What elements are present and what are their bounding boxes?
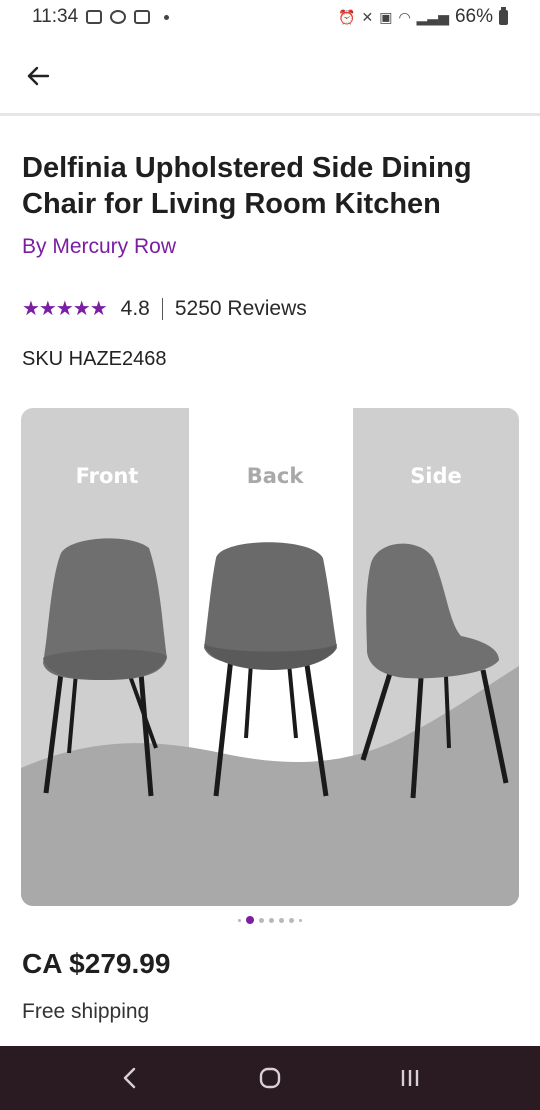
chair-photo: Front Back Side xyxy=(21,408,519,906)
arrow-left-icon xyxy=(27,66,50,86)
carousel-dot[interactable] xyxy=(279,917,284,923)
nav-recents-button[interactable] xyxy=(380,1053,440,1103)
carousel-dot[interactable] xyxy=(238,918,241,922)
signal-icon: ▂▃▅ xyxy=(416,8,449,25)
nav-home-button[interactable] xyxy=(240,1053,300,1103)
sku-label: SKU HAZE2468 xyxy=(22,348,167,370)
rating-row[interactable]: ★★★★★ 4.8 5250 Reviews xyxy=(22,296,307,321)
chevron-left-icon xyxy=(123,1067,136,1089)
alarm-icon: ⏰ xyxy=(338,8,356,25)
product-image[interactable]: Front Back Side xyxy=(21,408,519,906)
rating-value: 4.8 xyxy=(120,296,150,320)
carousel-dot[interactable] xyxy=(299,918,302,922)
carousel-indicator[interactable] xyxy=(0,914,540,926)
shipping-info: Free shipping xyxy=(22,1000,150,1023)
reviews-count[interactable]: 5250 Reviews xyxy=(175,297,307,321)
rating-divider xyxy=(161,297,163,320)
whatsapp-icon xyxy=(110,10,127,24)
image-label-back: Back xyxy=(247,464,305,488)
status-left: 11:34 xyxy=(32,6,170,28)
carousel-dot[interactable] xyxy=(259,917,264,923)
carousel-dot[interactable] xyxy=(289,917,294,923)
notification-icon xyxy=(134,10,151,24)
battery-icon xyxy=(499,6,508,25)
top-app-bar xyxy=(0,34,540,116)
image-label-side: Side xyxy=(410,464,462,488)
carousel-dot-active[interactable] xyxy=(246,916,254,924)
more-notifications-icon xyxy=(164,14,170,20)
product-price: CA $279.99 xyxy=(22,948,171,979)
status-time: 11:34 xyxy=(32,6,79,27)
brand-link[interactable]: By Mercury Row xyxy=(22,235,176,259)
rating-stars: ★★★★★ xyxy=(22,298,108,320)
system-nav-bar xyxy=(0,1046,540,1110)
carousel-dot[interactable] xyxy=(269,917,274,923)
nav-back-button[interactable] xyxy=(100,1053,160,1103)
home-circle-icon xyxy=(259,1067,281,1089)
wifi-icon: ◠ xyxy=(398,8,411,25)
back-button[interactable] xyxy=(18,56,58,96)
mute-icon: ✕ xyxy=(361,8,374,25)
image-label-front: Front xyxy=(76,464,139,488)
product-title: Delfinia Upholstered Side Dining Chair f… xyxy=(22,152,472,220)
status-right: ⏰ ✕ ▣ ◠ ▂▃▅ 66% xyxy=(338,6,508,28)
battery-percent: 66% xyxy=(454,6,493,27)
lock-icon: ▣ xyxy=(379,8,393,25)
gallery-icon xyxy=(86,10,103,24)
status-bar: 11:34 ⏰ ✕ ▣ ◠ ▂▃▅ 66% xyxy=(0,0,540,34)
recents-icon xyxy=(401,1070,419,1086)
